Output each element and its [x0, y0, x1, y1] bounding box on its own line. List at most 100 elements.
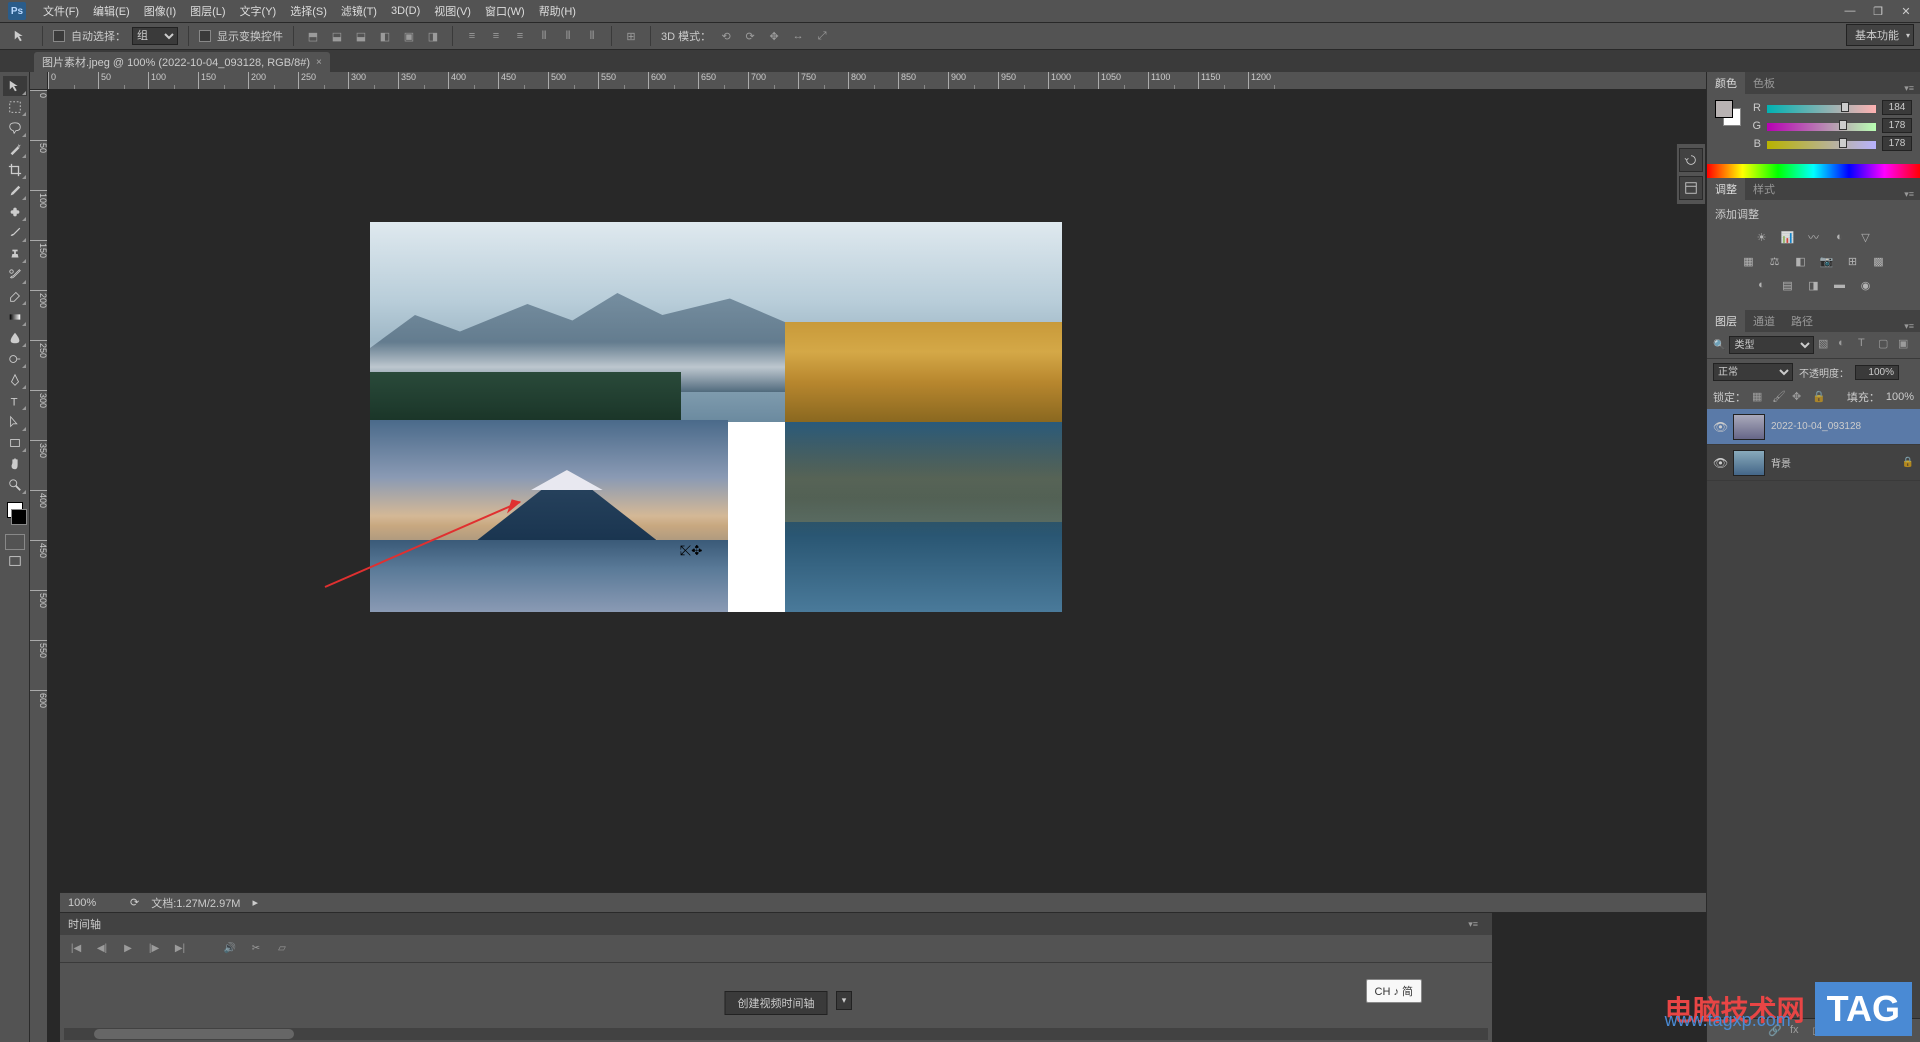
layer-item[interactable]: 👁 2022-10-04_093128 — [1707, 409, 1920, 445]
filter-pixel-icon[interactable]: ▧ — [1818, 337, 1834, 353]
new-fill-icon[interactable]: ◐ — [1834, 1024, 1848, 1038]
layer-filter-type[interactable]: 类型 — [1729, 336, 1814, 354]
workspace-switcher[interactable]: 基本功能 — [1846, 24, 1914, 46]
vibrance-icon[interactable]: ▽ — [1857, 228, 1875, 246]
b-slider[interactable] — [1767, 138, 1876, 150]
properties-panel-icon[interactable] — [1679, 176, 1703, 200]
layer-thumbnail[interactable] — [1733, 414, 1765, 440]
styles-tab[interactable]: 样式 — [1745, 178, 1783, 200]
channels-tab[interactable]: 通道 — [1745, 310, 1783, 332]
timeline-audio-icon[interactable]: 🔊 — [222, 941, 238, 957]
maximize-button[interactable]: ❐ — [1864, 0, 1892, 22]
align-vcenter-icon[interactable]: ⬓ — [328, 27, 346, 45]
g-slider[interactable] — [1767, 120, 1876, 132]
exposure-icon[interactable]: ◐ — [1831, 228, 1849, 246]
type-tool[interactable]: T — [3, 391, 27, 411]
layer-style-icon[interactable]: fx — [1790, 1024, 1804, 1038]
paths-tab[interactable]: 路径 — [1783, 310, 1821, 332]
lock-pixels-icon[interactable]: 🖌 — [1772, 390, 1786, 404]
zoom-dropdown-icon[interactable]: ⟳ — [130, 896, 139, 909]
timeline-scrollbar[interactable] — [64, 1028, 1488, 1040]
filter-shape-icon[interactable]: ▢ — [1878, 337, 1894, 353]
menu-type[interactable]: 文字(Y) — [233, 3, 284, 19]
color-ramp[interactable] — [1707, 164, 1920, 178]
menu-view[interactable]: 视图(V) — [427, 3, 478, 19]
channel-mixer-icon[interactable]: ⊞ — [1844, 252, 1862, 270]
timeline-split-icon[interactable]: ✂ — [248, 941, 264, 957]
vertical-ruler[interactable]: 050100150200250300350400450500550600 — [30, 90, 48, 1042]
color-balance-icon[interactable]: ⚖ — [1766, 252, 1784, 270]
3d-pan-icon[interactable]: ✥ — [765, 27, 783, 45]
auto-align-icon[interactable]: ⊞ — [622, 27, 640, 45]
3d-slide-icon[interactable]: ↔ — [789, 27, 807, 45]
filter-search-icon[interactable]: 🔍 — [1713, 340, 1725, 351]
screen-mode-toggle[interactable] — [3, 551, 27, 571]
lock-position-icon[interactable]: ✥ — [1792, 390, 1806, 404]
color-lookup-icon[interactable]: ▩ — [1870, 252, 1888, 270]
delete-layer-icon[interactable]: 🗑 — [1900, 1024, 1914, 1038]
timeline-last-frame-icon[interactable]: ▶| — [172, 941, 188, 957]
create-video-timeline-button[interactable]: 创建视频时间轴 — [725, 991, 828, 1015]
filter-type-icon[interactable]: T — [1858, 337, 1874, 353]
eraser-tool[interactable] — [3, 286, 27, 306]
new-group-icon[interactable]: 📁 — [1856, 1024, 1870, 1038]
blur-tool[interactable] — [3, 328, 27, 348]
background-color-swatch[interactable] — [11, 509, 27, 525]
show-transform-checkbox[interactable] — [199, 30, 211, 42]
menu-select[interactable]: 选择(S) — [283, 3, 334, 19]
ruler-origin[interactable] — [30, 72, 48, 90]
hue-saturation-icon[interactable]: ▦ — [1740, 252, 1758, 270]
b-value[interactable]: 178 — [1882, 136, 1912, 151]
timeline-next-frame-icon[interactable]: |▶ — [146, 941, 162, 957]
distribute-left-icon[interactable]: ⫴ — [535, 27, 553, 45]
move-tool[interactable] — [3, 76, 27, 96]
3d-roll-icon[interactable]: ⟳ — [741, 27, 759, 45]
lasso-tool[interactable] — [3, 118, 27, 138]
threshold-icon[interactable]: ◨ — [1805, 276, 1823, 294]
brush-tool[interactable] — [3, 223, 27, 243]
adjustments-tab[interactable]: 调整 — [1707, 178, 1745, 200]
close-tab-icon[interactable]: × — [316, 57, 322, 68]
history-panel-icon[interactable] — [1679, 148, 1703, 172]
menu-3d[interactable]: 3D(D) — [384, 5, 427, 17]
layers-panel-menu-icon[interactable]: ▾≡ — [1898, 321, 1920, 332]
canvas-area[interactable]: 0501001502002503003504004505005506006507… — [30, 72, 1706, 1042]
distribute-top-icon[interactable]: ≡ — [463, 27, 481, 45]
path-selection-tool[interactable] — [3, 412, 27, 432]
new-layer-icon[interactable]: ▣ — [1878, 1024, 1892, 1038]
timeline-panel-menu-icon[interactable]: ▾≡ — [1462, 919, 1484, 930]
posterize-icon[interactable]: ▤ — [1779, 276, 1797, 294]
magic-wand-tool[interactable] — [3, 139, 27, 159]
timeline-tab[interactable]: 时间轴 — [68, 916, 101, 932]
align-top-icon[interactable]: ⬒ — [304, 27, 322, 45]
layer-name[interactable]: 背景 — [1771, 455, 1896, 470]
filter-adjustment-icon[interactable]: ◐ — [1838, 337, 1854, 353]
clone-stamp-tool[interactable] — [3, 244, 27, 264]
color-panel-menu-icon[interactable]: ▾≡ — [1898, 83, 1920, 94]
curves-icon[interactable]: 〰 — [1805, 228, 1823, 246]
photo-filter-icon[interactable]: 📷 — [1818, 252, 1836, 270]
brightness-contrast-icon[interactable]: ☀ — [1753, 228, 1771, 246]
align-hcenter-icon[interactable]: ▣ — [400, 27, 418, 45]
rectangular-marquee-tool[interactable] — [3, 97, 27, 117]
layers-tab[interactable]: 图层 — [1707, 310, 1745, 332]
levels-icon[interactable]: 📊 — [1779, 228, 1797, 246]
healing-brush-tool[interactable] — [3, 202, 27, 222]
hand-tool[interactable] — [3, 454, 27, 474]
crop-tool[interactable] — [3, 160, 27, 180]
color-tab[interactable]: 颜色 — [1707, 72, 1745, 94]
layer-visibility-icon[interactable]: 👁 — [1713, 420, 1727, 434]
layer-name[interactable]: 2022-10-04_093128 — [1771, 421, 1914, 432]
distribute-right-icon[interactable]: ⫴ — [583, 27, 601, 45]
horizontal-ruler[interactable]: 0501001502002503003504004505005506006507… — [48, 72, 1706, 90]
menu-filter[interactable]: 滤镜(T) — [334, 3, 384, 19]
lock-transparency-icon[interactable]: ▦ — [1752, 390, 1766, 404]
menu-help[interactable]: 帮助(H) — [532, 3, 583, 19]
pen-tool[interactable] — [3, 370, 27, 390]
auto-select-mode[interactable]: 组 — [132, 27, 178, 45]
adjustments-panel-menu-icon[interactable]: ▾≡ — [1898, 189, 1920, 200]
filter-smart-icon[interactable]: ▣ — [1898, 337, 1914, 353]
align-bottom-icon[interactable]: ⬓ — [352, 27, 370, 45]
swatches-tab[interactable]: 色板 — [1745, 72, 1783, 94]
doc-info[interactable]: 文档:1.27M/2.97M — [151, 895, 240, 911]
